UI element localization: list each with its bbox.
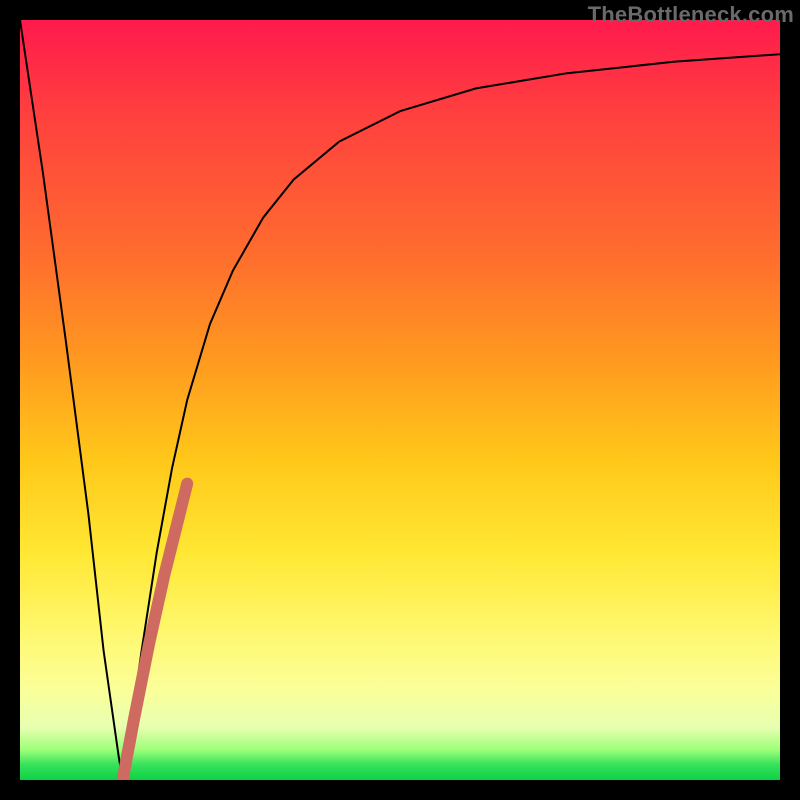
chart-frame: TheBottleneck.com [0,0,800,800]
chart-svg [20,20,780,780]
plot-area [20,20,780,780]
bottleneck-curve [20,20,780,780]
highlight-segment [123,484,188,780]
watermark-text: TheBottleneck.com [588,2,794,28]
